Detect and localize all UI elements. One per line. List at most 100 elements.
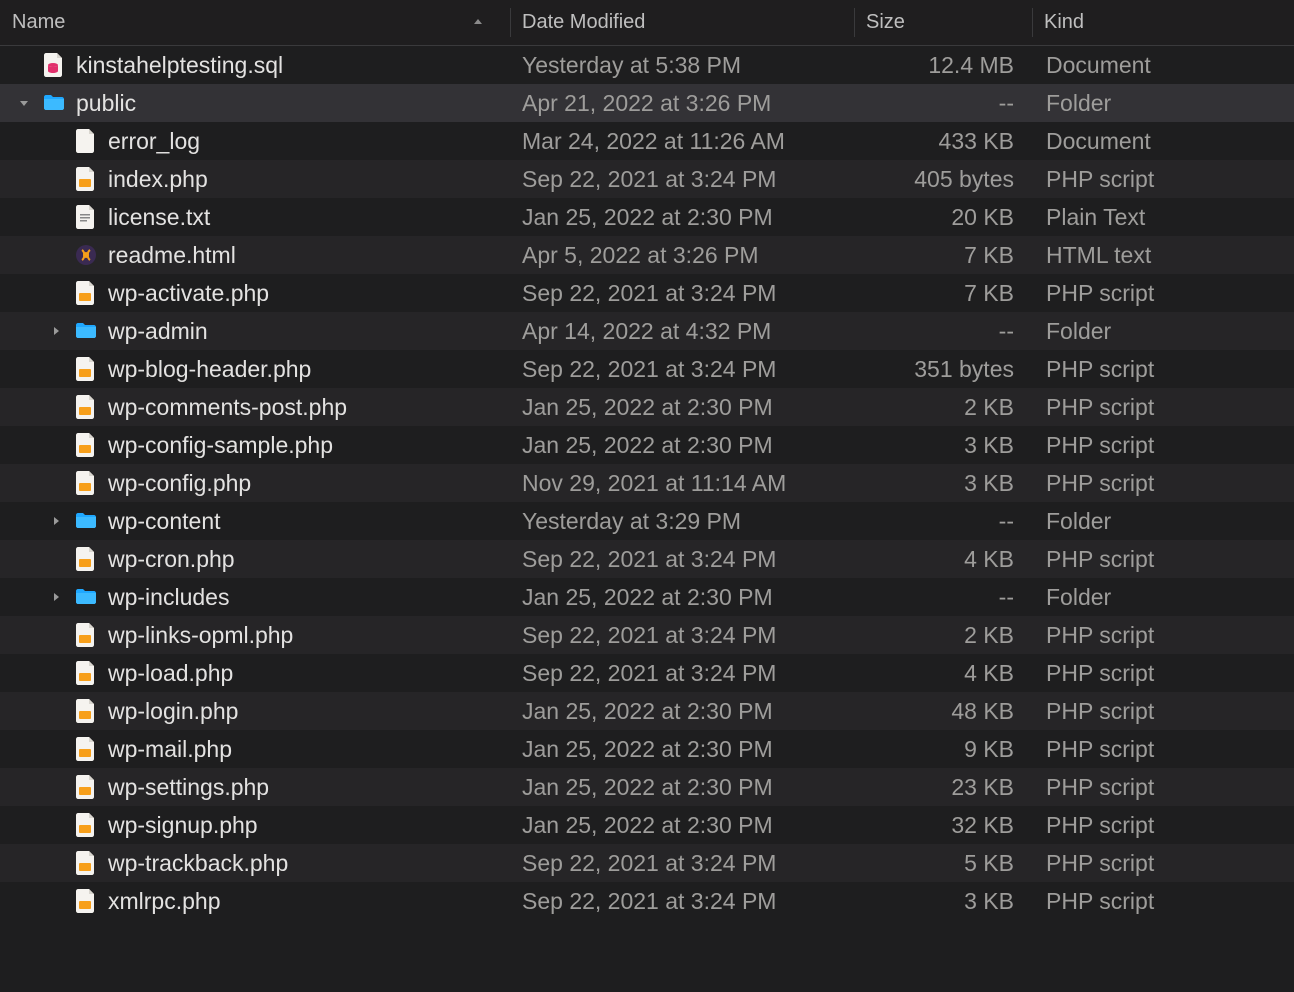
folder-icon <box>74 319 98 343</box>
file-row[interactable]: wp-adminApr 14, 2022 at 4:32 PM--Folder <box>0 312 1294 350</box>
file-row[interactable]: wp-settings.phpJan 25, 2022 at 2:30 PM23… <box>0 768 1294 806</box>
file-name: wp-content <box>108 508 221 535</box>
file-date: Yesterday at 5:38 PM <box>510 52 854 79</box>
file-date: Nov 29, 2021 at 11:14 AM <box>510 470 854 497</box>
file-row[interactable]: wp-config-sample.phpJan 25, 2022 at 2:30… <box>0 426 1294 464</box>
file-size: 5 KB <box>854 850 1032 877</box>
php-file-icon <box>74 737 98 761</box>
file-size: 20 KB <box>854 204 1032 231</box>
file-kind: PHP script <box>1032 888 1294 915</box>
file-row[interactable]: xmlrpc.php Sep 22, 2021 at 3:24 PM3 KBPHP… <box>0 882 1294 920</box>
file-date: Sep 22, 2021 at 3:24 PM <box>510 622 854 649</box>
php-file-icon <box>74 699 98 723</box>
file-name: wp-load.php <box>108 660 233 687</box>
file-name-cell: wp-admin <box>0 318 510 345</box>
column-kind-label: Kind <box>1044 11 1084 34</box>
chevron-right-icon[interactable] <box>48 589 64 605</box>
file-name-cell: wp-content <box>0 508 510 535</box>
file-name-cell: wp-includes <box>0 584 510 611</box>
file-name-cell: xmlrpc.php <box>0 888 510 915</box>
file-kind: PHP script <box>1032 698 1294 725</box>
file-row[interactable]: wp-blog-header.phpSep 22, 2021 at 3:24 P… <box>0 350 1294 388</box>
file-row[interactable]: error_logMar 24, 2022 at 11:26 AM433 KBD… <box>0 122 1294 160</box>
file-date: Jan 25, 2022 at 2:30 PM <box>510 584 854 611</box>
file-name-cell: wp-settings.php <box>0 774 510 801</box>
file-name: xmlrpc.php <box>108 888 220 915</box>
file-kind: Folder <box>1032 508 1294 535</box>
file-name-cell: wp-activate.php <box>0 280 510 307</box>
file-name-cell: wp-mail.php <box>0 736 510 763</box>
file-name: wp-comments-post.php <box>108 394 347 421</box>
file-row[interactable]: wp-content Yesterday at 3:29 PM--Folder <box>0 502 1294 540</box>
file-row[interactable]: wp-cron.phpSep 22, 2021 at 3:24 PM4 KBPH… <box>0 540 1294 578</box>
php-file-icon <box>74 813 98 837</box>
file-size: -- <box>854 318 1032 345</box>
folder-icon <box>74 585 98 609</box>
file-row[interactable]: wp-signup.phpJan 25, 2022 at 2:30 PM32 K… <box>0 806 1294 844</box>
php-file-icon <box>74 167 98 191</box>
html-file-icon <box>74 243 98 267</box>
file-row[interactable]: wp-mail.phpJan 25, 2022 at 2:30 PM9 KBPH… <box>0 730 1294 768</box>
file-name: error_log <box>108 128 200 155</box>
file-row[interactable]: wp-comments-post.php Jan 25, 2022 at 2:30… <box>0 388 1294 426</box>
file-row[interactable]: wp-activate.phpSep 22, 2021 at 3:24 PM7 … <box>0 274 1294 312</box>
file-size: 3 KB <box>854 888 1032 915</box>
file-date: Jan 25, 2022 at 2:30 PM <box>510 394 854 421</box>
file-name: public <box>76 90 136 117</box>
chevron-right-icon[interactable] <box>48 513 64 529</box>
file-name: wp-activate.php <box>108 280 269 307</box>
file-name-cell: wp-trackback.php <box>0 850 510 877</box>
file-date: Mar 24, 2022 at 11:26 AM <box>510 128 854 155</box>
file-row[interactable]: wp-config.phpNov 29, 2021 at 11:14 AM3 K… <box>0 464 1294 502</box>
file-name: kinstahelptesting.sql <box>76 52 283 79</box>
column-header-date[interactable]: Date Modified <box>510 0 854 45</box>
file-size: -- <box>854 508 1032 535</box>
column-name-label: Name <box>12 11 65 34</box>
file-kind: Document <box>1032 52 1294 79</box>
file-kind: HTML text <box>1032 242 1294 269</box>
column-header-kind[interactable]: Kind <box>1032 0 1294 45</box>
file-kind: PHP script <box>1032 622 1294 649</box>
file-date: Sep 22, 2021 at 3:24 PM <box>510 888 854 915</box>
file-size: 7 KB <box>854 242 1032 269</box>
file-name-cell: license.txt <box>0 204 510 231</box>
php-file-icon <box>74 433 98 457</box>
folder-icon <box>74 509 98 533</box>
file-row[interactable]: license.txtJan 25, 2022 at 2:30 PM20 KBP… <box>0 198 1294 236</box>
file-name-cell: kinstahelptesting.sql <box>0 52 510 79</box>
file-date: Sep 22, 2021 at 3:24 PM <box>510 166 854 193</box>
file-date: Jan 25, 2022 at 2:30 PM <box>510 736 854 763</box>
file-kind: Folder <box>1032 584 1294 611</box>
file-row[interactable]: wp-load.phpSep 22, 2021 at 3:24 PM4 KBPH… <box>0 654 1294 692</box>
file-kind: PHP script <box>1032 470 1294 497</box>
file-row[interactable]: wp-trackback.phpSep 22, 2021 at 3:24 PM5… <box>0 844 1294 882</box>
chevron-right-icon[interactable] <box>48 323 64 339</box>
file-date: Sep 22, 2021 at 3:24 PM <box>510 356 854 383</box>
file-row[interactable]: index.phpSep 22, 2021 at 3:24 PM405 byte… <box>0 160 1294 198</box>
file-row[interactable]: wp-links-opml.phpSep 22, 2021 at 3:24 PM… <box>0 616 1294 654</box>
file-size: 23 KB <box>854 774 1032 801</box>
file-kind: PHP script <box>1032 736 1294 763</box>
file-row[interactable]: wp-includesJan 25, 2022 at 2:30 PM--Fold… <box>0 578 1294 616</box>
file-row[interactable]: kinstahelptesting.sql Yesterday at 5:38 P… <box>0 46 1294 84</box>
file-row[interactable]: readme.htmlApr 5, 2022 at 3:26 PM7 KBHTM… <box>0 236 1294 274</box>
file-name-cell: public <box>0 90 510 117</box>
column-header-name[interactable]: Name <box>0 0 510 45</box>
file-size: 2 KB <box>854 394 1032 421</box>
file-name: wp-settings.php <box>108 774 269 801</box>
php-file-icon <box>74 623 98 647</box>
file-date: Sep 22, 2021 at 3:24 PM <box>510 280 854 307</box>
file-size: -- <box>854 90 1032 117</box>
file-name: wp-config-sample.php <box>108 432 333 459</box>
file-row[interactable]: wp-login.phpJan 25, 2022 at 2:30 PM48 KB… <box>0 692 1294 730</box>
file-date: Sep 22, 2021 at 3:24 PM <box>510 850 854 877</box>
column-header-size[interactable]: Size <box>854 0 1032 45</box>
file-row[interactable]: publicApr 21, 2022 at 3:26 PM--Folder <box>0 84 1294 122</box>
file-date: Yesterday at 3:29 PM <box>510 508 854 535</box>
file-kind: Folder <box>1032 318 1294 345</box>
file-kind: PHP script <box>1032 812 1294 839</box>
file-name: wp-includes <box>108 584 229 611</box>
sort-ascending-icon <box>472 15 484 31</box>
file-name: wp-cron.php <box>108 546 235 573</box>
chevron-down-icon[interactable] <box>16 95 32 111</box>
